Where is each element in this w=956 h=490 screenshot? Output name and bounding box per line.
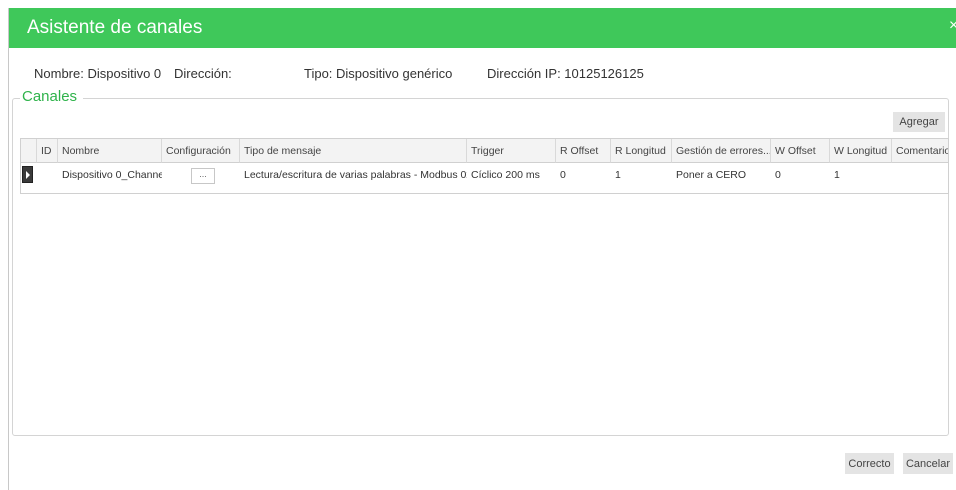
row-header-corner [21,139,37,163]
column-header-configuracion[interactable]: Configuración [162,139,240,163]
cell-gestion-errores[interactable]: Poner a CERO [672,164,771,186]
address-label: Dirección: [174,66,232,81]
ok-button[interactable]: Correcto [845,453,894,474]
cell-r-longitud[interactable]: 1 [611,164,672,186]
column-header-gestion-errores[interactable]: Gestión de errores... [672,139,771,163]
channels-table: ID Nombre Configuración Tipo de mensaje … [20,138,949,194]
close-icon[interactable]: × [949,17,956,35]
cell-w-offset[interactable]: 0 [771,164,830,186]
cell-trigger[interactable]: Cíclico 200 ms [467,164,556,186]
column-header-nombre[interactable]: Nombre [58,139,162,163]
column-header-tipo-mensaje[interactable]: Tipo de mensaje [240,139,467,163]
column-header-w-offset[interactable]: W Offset [771,139,830,163]
row-pointer-icon [26,171,30,179]
device-name-label: Nombre: Dispositivo 0 [34,66,162,81]
ip-address-label: Dirección IP: 10125126125 [487,66,644,81]
cell-tipo-mensaje[interactable]: Lectura/escritura de varias palabras - M… [240,164,467,186]
cell-comentario[interactable] [892,164,948,186]
column-header-comentario[interactable]: Comentario [892,139,948,163]
cancel-button[interactable]: Cancelar [903,453,953,474]
channels-legend: Canales [20,88,84,105]
configuration-button[interactable]: ... [191,168,215,184]
cell-nombre[interactable]: Dispositivo 0_Channel0 [58,164,162,186]
cell-r-offset[interactable]: 0 [556,164,611,186]
add-button[interactable]: Agregar [893,112,945,132]
row-selector[interactable] [22,166,33,183]
device-type-label: Tipo: Dispositivo genérico [304,66,453,81]
column-header-trigger[interactable]: Trigger [467,139,556,163]
cell-w-longitud[interactable]: 1 [830,164,892,186]
column-header-r-longitud[interactable]: R Longitud [611,139,672,163]
column-header-w-longitud[interactable]: W Longitud [830,139,892,163]
column-header-r-offset[interactable]: R Offset [556,139,611,163]
dialog-title: Asistente de canales [27,17,203,38]
column-header-id[interactable]: ID [37,139,58,163]
cell-id[interactable] [37,164,58,186]
title-bar: Asistente de canales × [9,8,956,48]
